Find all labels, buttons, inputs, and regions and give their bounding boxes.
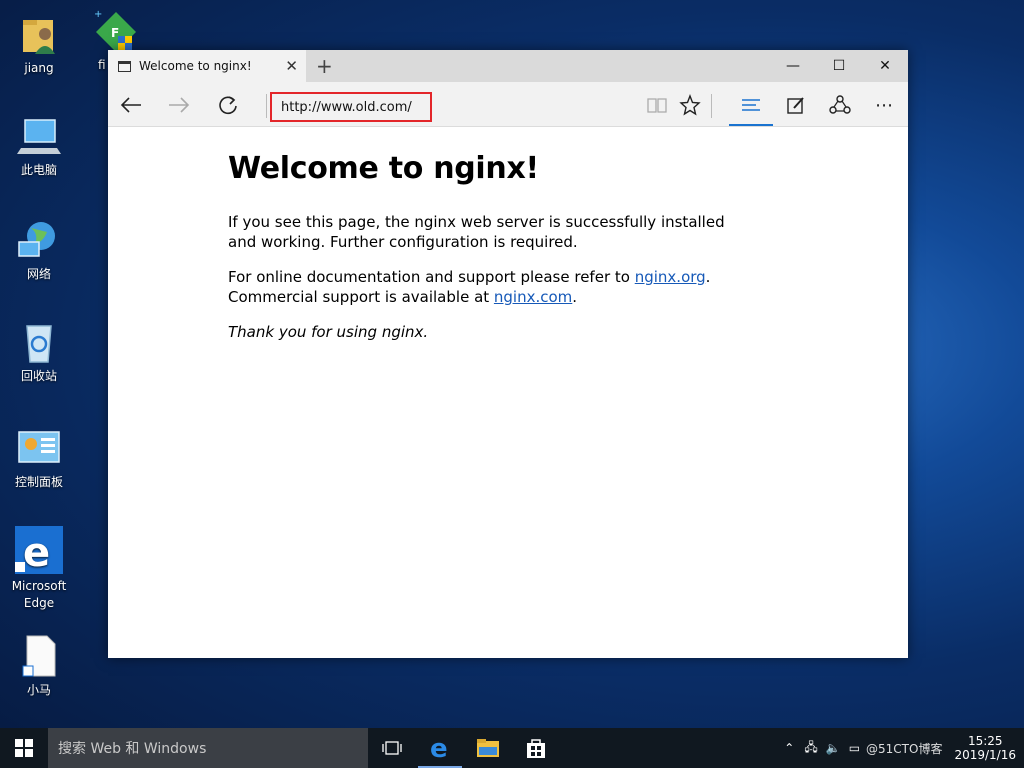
desktop-icon-network[interactable]: 网络: [4, 218, 74, 283]
network-status-icon[interactable]: 🖧: [804, 738, 817, 759]
network-globe-icon: [18, 222, 55, 257]
task-view-button[interactable]: [368, 728, 416, 768]
clock-date: 2019/1/16: [954, 748, 1016, 762]
page-icon: [118, 60, 131, 72]
svg-text:F: F: [111, 26, 119, 40]
hub-button[interactable]: [736, 91, 766, 119]
computer-icon: [17, 119, 61, 154]
edge-browser-window: Welcome to nginx! ✕ + — ☐ ✕ http://www.o…: [108, 50, 908, 658]
tab-close-icon[interactable]: ✕: [285, 57, 298, 75]
edge-icon: e: [15, 526, 63, 574]
toolbar-separator: [711, 94, 712, 118]
desktop-icon-user-folder[interactable]: jiang: [4, 12, 74, 77]
new-tab-icon[interactable]: +: [316, 54, 333, 78]
thanks-text: Thank you for using nginx.: [228, 323, 429, 341]
page-content: Welcome to nginx! If you see this page, …: [108, 127, 908, 342]
share-button[interactable]: [825, 91, 855, 119]
refresh-button[interactable]: [213, 91, 243, 119]
system-tray: ⌃ 🖧 🔈 ▭ @51CTO博客 15:25 2019/1/16: [784, 728, 1016, 768]
tab-active[interactable]: Welcome to nginx! ✕: [108, 50, 306, 82]
tab-title: Welcome to nginx!: [139, 59, 252, 73]
desktop-icon-this-pc[interactable]: 此电脑: [4, 114, 74, 179]
hub-active-indicator: [729, 124, 773, 126]
taskbar-explorer-button[interactable]: [464, 728, 512, 768]
desktop-icon-label: Microsoft Edge: [11, 579, 67, 610]
share-icon: [829, 95, 851, 114]
desktop-icon-edge[interactable]: e Microsoft Edge: [4, 526, 74, 612]
search-box[interactable]: 搜索 Web 和 Windows: [48, 728, 368, 768]
desktop-icon-label: jiang: [24, 61, 54, 75]
forward-button[interactable]: [164, 91, 194, 119]
desktop-icon-recycle-bin[interactable]: 回收站: [4, 320, 74, 385]
svg-text:e: e: [430, 736, 448, 760]
recycle-bin-icon: [26, 325, 52, 363]
back-button[interactable]: [116, 91, 146, 119]
nginx-com-link[interactable]: nginx.com: [494, 288, 572, 306]
back-arrow-icon: [120, 97, 141, 113]
desktop-icon-control-panel[interactable]: 控制面板: [4, 426, 74, 491]
desktop-icon-label: fi: [98, 58, 106, 72]
user-folder-icon: [23, 20, 55, 54]
minimize-button[interactable]: —: [770, 50, 816, 82]
desktop-icon-file[interactable]: 小马: [4, 634, 74, 699]
volume-muted-icon[interactable]: 🔈: [826, 741, 841, 755]
watermark-text: @51CTO博客: [866, 741, 943, 756]
page-heading: Welcome to nginx!: [228, 151, 539, 186]
taskbar-store-button[interactable]: [512, 728, 560, 768]
address-bar[interactable]: http://www.old.com/: [270, 92, 432, 122]
desktop-icon-label: 此电脑: [20, 163, 57, 177]
nginx-org-link[interactable]: nginx.org: [635, 268, 706, 286]
title-bar: Welcome to nginx! ✕ + — ☐ ✕: [108, 50, 908, 82]
taskbar: 搜索 Web 和 Windows e ⌃ 🖧 🔈 ▭ @51CTO博客 15:2…: [0, 728, 1024, 768]
edge-icon: e: [430, 736, 448, 760]
windows-logo-icon: [15, 739, 33, 757]
notification-icon[interactable]: ▭: [849, 741, 860, 755]
address-separator: [266, 94, 267, 118]
web-note-button[interactable]: [781, 91, 811, 119]
clock[interactable]: 15:25 2019/1/16: [954, 734, 1016, 762]
desktop-icon-label: 网络: [26, 267, 51, 281]
desktop-icon-label: 小马: [26, 683, 51, 697]
favorite-button[interactable]: [675, 91, 705, 119]
star-icon: [679, 94, 701, 116]
intro-paragraph: If you see this page, the nginx web serv…: [228, 213, 725, 251]
taskbar-edge-button[interactable]: e: [416, 728, 464, 768]
chevron-up-icon[interactable]: ⌃: [784, 741, 794, 755]
task-view-icon: [382, 741, 402, 755]
svg-text:e: e: [23, 530, 50, 574]
desktop-icon-label: 控制面板: [14, 475, 63, 489]
book-icon: [647, 98, 667, 113]
start-button[interactable]: [0, 728, 48, 768]
navigation-bar: http://www.old.com/ ⋯: [108, 82, 908, 127]
control-panel-icon: [18, 431, 60, 463]
pen-note-icon: [787, 97, 804, 114]
docs-paragraph: For online documentation and support ple…: [228, 268, 711, 306]
folder-icon: [477, 739, 499, 757]
maximize-button[interactable]: ☐: [816, 50, 862, 82]
svg-text:+: +: [94, 9, 102, 20]
store-bag-icon: [527, 739, 545, 758]
file-shortcut-icon: [22, 635, 56, 677]
refresh-icon: [219, 96, 237, 115]
clock-time: 15:25: [967, 734, 1003, 748]
close-window-button[interactable]: ✕: [862, 50, 908, 82]
reading-view-button[interactable]: [642, 91, 672, 119]
fiddler-icon: F +: [94, 9, 136, 52]
more-menu-icon[interactable]: ⋯: [869, 91, 899, 119]
desktop-icon-label: 回收站: [20, 369, 57, 383]
hub-lines-icon: [742, 99, 760, 111]
forward-arrow-icon: [169, 97, 190, 113]
